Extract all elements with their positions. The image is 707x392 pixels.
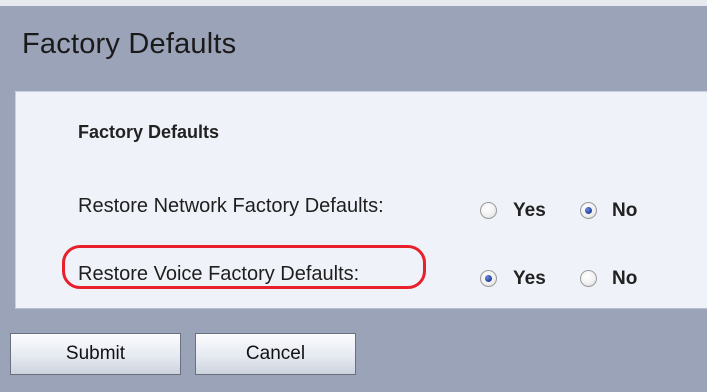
network-defaults-no-label[interactable]: No: [612, 200, 637, 222]
factory-defaults-panel: Factory Defaults Restore Network Factory…: [15, 91, 707, 309]
section-title: Factory Defaults: [78, 122, 220, 142]
voice-defaults-highlight: [62, 245, 426, 289]
network-defaults-label: Restore Network Factory Defaults:: [78, 195, 384, 217]
cancel-button[interactable]: Cancel: [195, 333, 356, 375]
voice-defaults-no-radio[interactable]: [580, 270, 597, 287]
window-frame: Factory Defaults Factory Defaults Restor…: [0, 0, 707, 392]
submit-button[interactable]: Submit: [10, 333, 181, 375]
network-defaults-no-radio[interactable]: [580, 202, 597, 219]
voice-defaults-no-label[interactable]: No: [612, 268, 637, 290]
network-defaults-yes-radio[interactable]: [480, 202, 497, 219]
network-defaults-yes-label[interactable]: Yes: [513, 200, 546, 222]
page-container: Factory Defaults Factory Defaults Restor…: [0, 6, 707, 392]
voice-defaults-yes-radio[interactable]: [480, 270, 497, 287]
page-title: Factory Defaults: [22, 28, 237, 60]
voice-defaults-yes-label[interactable]: Yes: [513, 268, 546, 290]
